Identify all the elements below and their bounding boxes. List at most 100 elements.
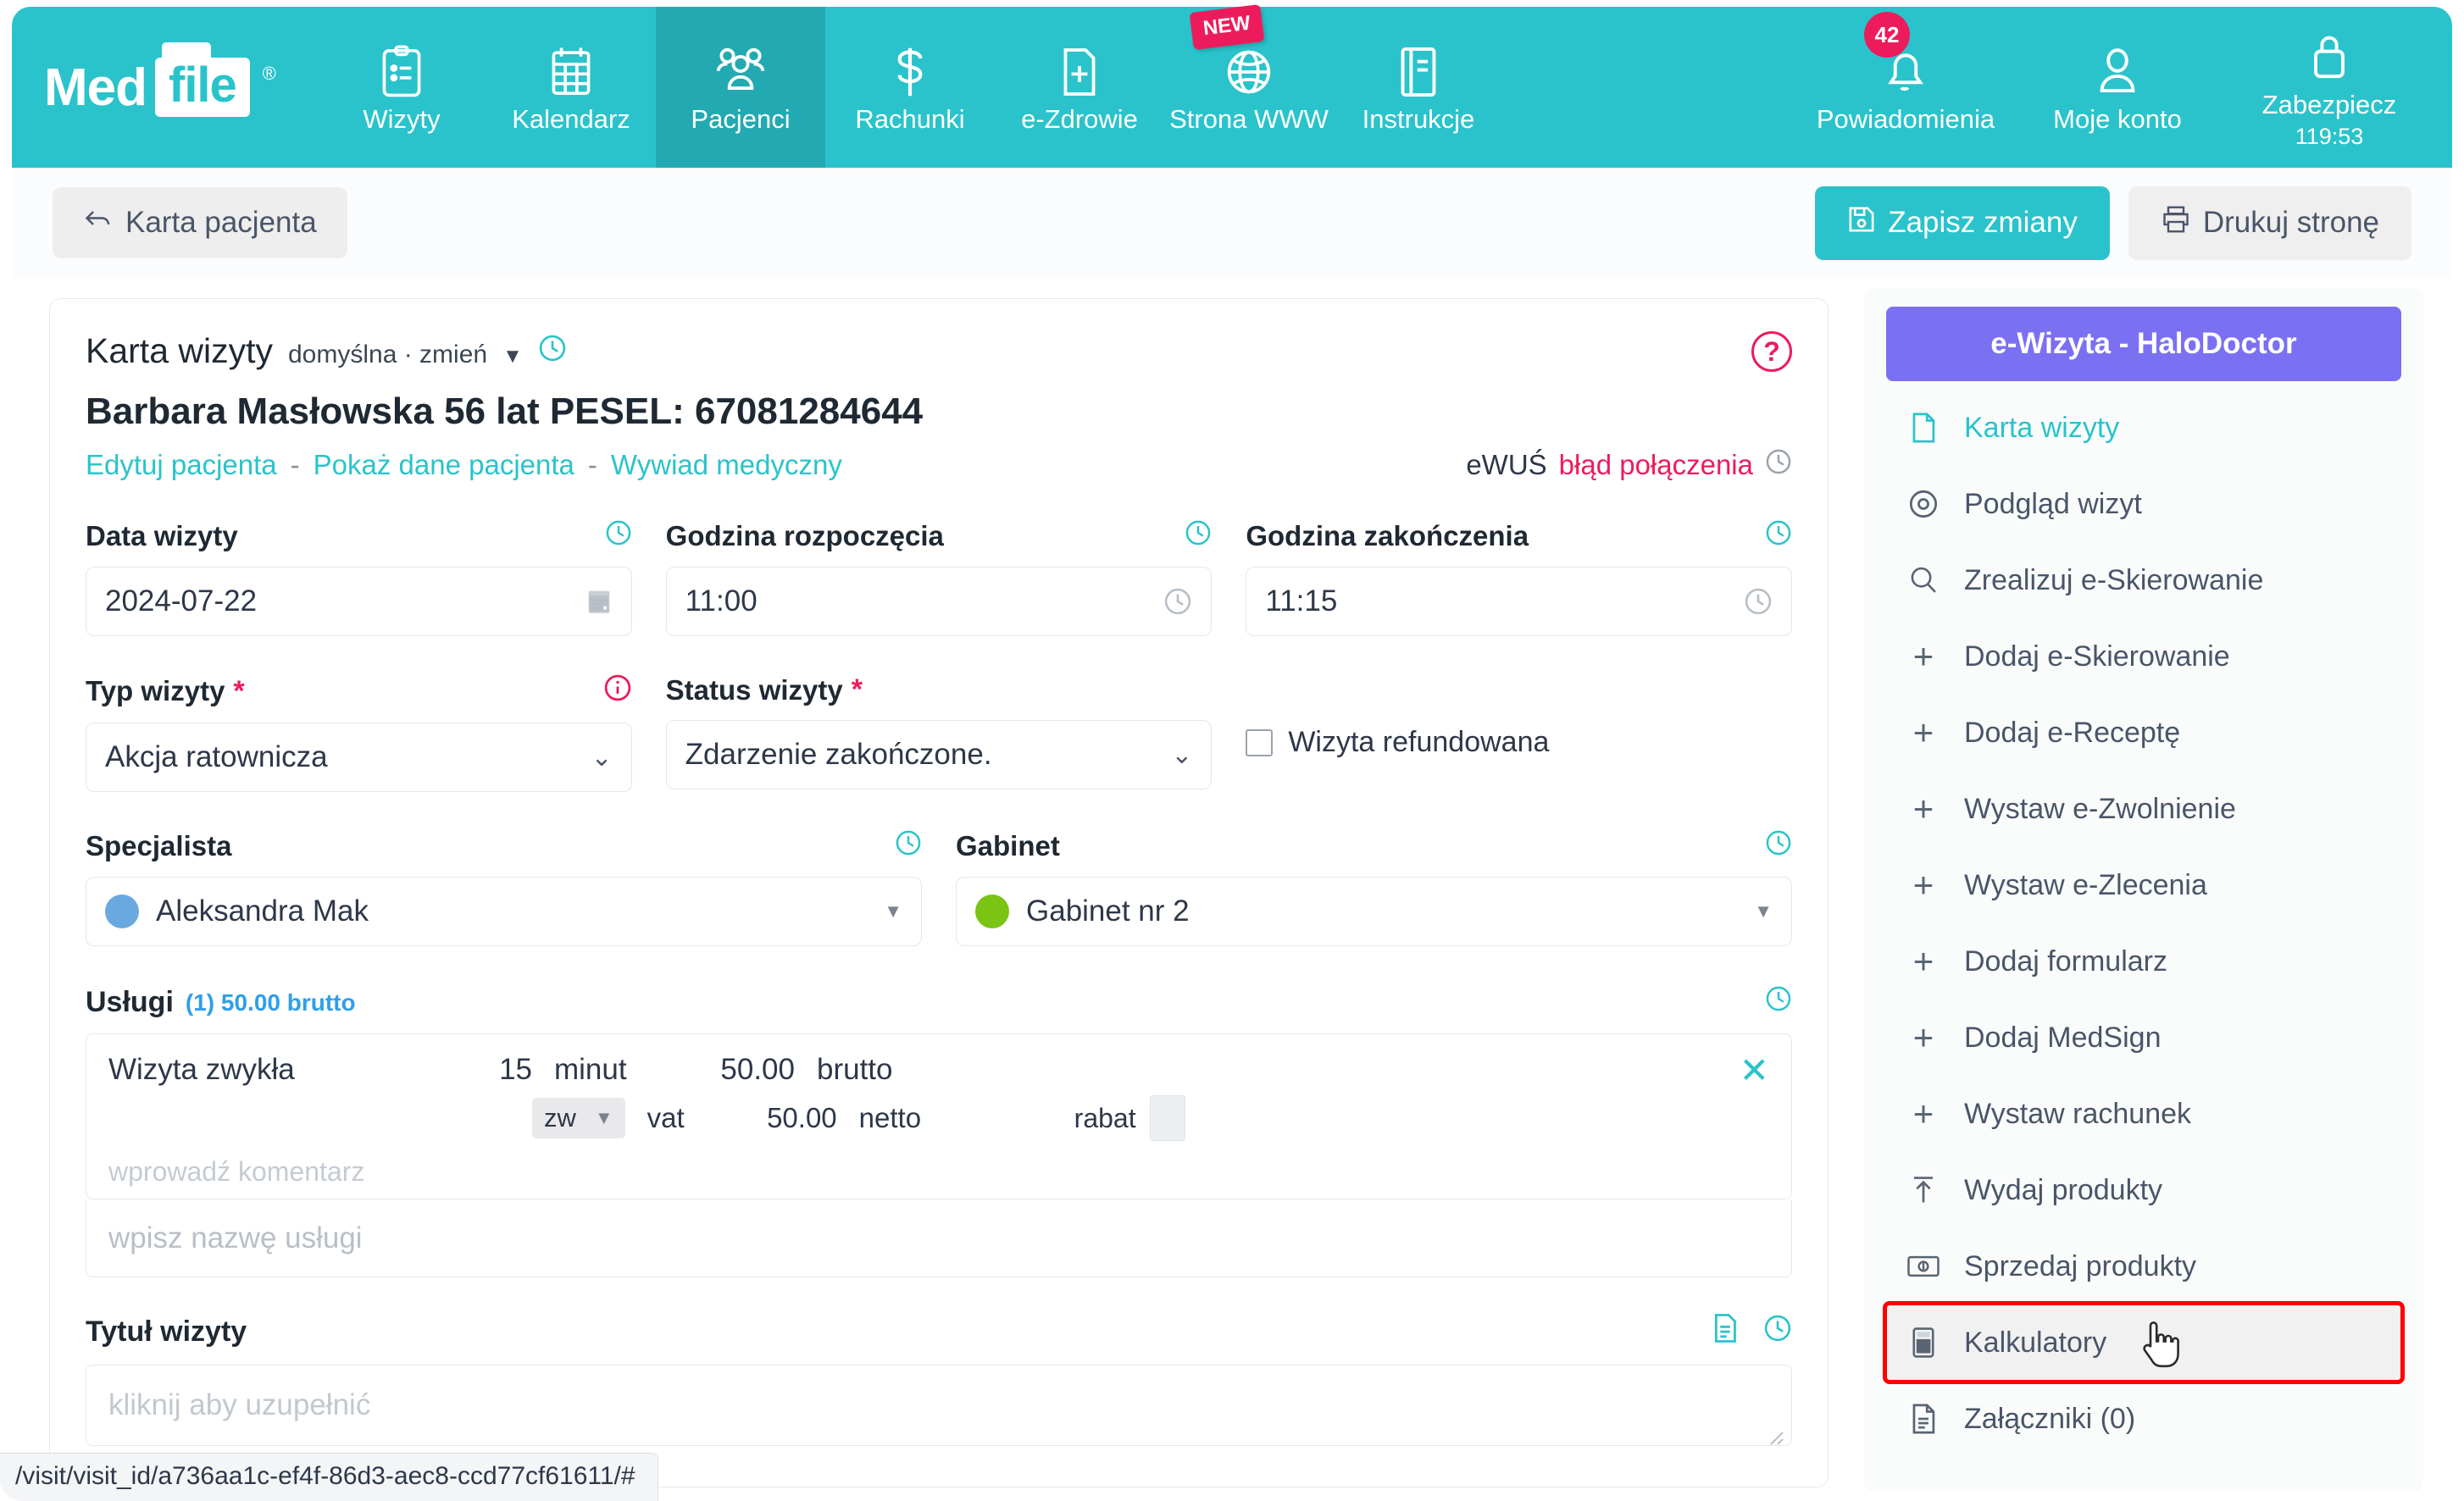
chevron-down-icon[interactable]: ▼ [502,345,523,368]
add-service-input[interactable]: wpisz nazwę usługi [86,1199,1792,1277]
nav-item-rachunki[interactable]: Rachunki [825,7,995,168]
start-time-input[interactable]: 11:00 [665,567,1213,636]
room-color-dot [975,895,1009,928]
room-history-icon[interactable] [1765,829,1792,863]
sidebar-item-zrealizuj-e-skierowanie[interactable]: Zrealizuj e-Skierowanie [1886,542,2401,618]
refunded-checkbox[interactable] [1246,728,1274,756]
sidebar-item-wydaj-produkty[interactable]: Wydaj produkty [1886,1152,2401,1228]
resize-grip-icon[interactable] [1764,1420,1784,1445]
sidebar-item-dodaj-e-recepte[interactable]: + Dodaj e-Receptę [1886,695,2401,771]
discount-group: rabat [1074,1095,1185,1141]
logo-med-text: Med [44,58,147,117]
nav-item-wizyty[interactable]: Wizyty [317,7,486,168]
visit-title-history-icon[interactable] [1763,1314,1792,1350]
vat-select[interactable]: zw ▼ [532,1098,625,1138]
save-button[interactable]: Zapisz zmiany [1815,186,2110,260]
discount-input[interactable] [1149,1095,1185,1141]
sidebar-item-karta-wizyty[interactable]: Karta wizyty [1886,390,2401,466]
book-icon [1397,45,1440,99]
sidebar-item-dodaj-formularz[interactable]: + Dodaj formularz [1886,923,2401,1000]
end-time-history-icon[interactable] [1765,519,1792,553]
service-row: ✕ Wizyta zwykła 15 minut 50.00 brutto zw… [86,1033,1792,1199]
calendar-picker-icon[interactable] [585,587,613,616]
service-net-price[interactable]: 50.00 [710,1102,837,1134]
plus-icon: + [1912,712,1934,752]
visit-date-history-icon[interactable] [605,519,632,553]
services-summary: (1) 50.00 brutto [185,989,356,1016]
sidebar-item-zalaczniki[interactable]: Załączniki (0) [1886,1381,2401,1457]
calendar-icon [547,45,595,99]
page-title: Karta wizyty [86,331,273,370]
app-logo[interactable]: Med file ® [12,7,317,168]
visit-type-info-icon[interactable] [603,673,632,709]
clock-picker-icon[interactable] [1744,587,1773,616]
back-to-patient-card-button[interactable]: Karta pacjenta [53,187,347,258]
visit-status-value: Zdarzenie zakończone. [685,738,992,771]
visit-type-select[interactable]: Akcja ratownicza ⌄ [86,723,632,792]
template-selector[interactable]: domyślna · zmień [288,341,487,369]
visit-status-select[interactable]: Zdarzenie zakończone. ⌄ [665,720,1213,789]
service-duration-unit: minut [554,1053,627,1086]
sidebar-item-wystaw-rachunek[interactable]: + Wystaw rachunek [1886,1076,2401,1152]
nav-item-pacjenci[interactable]: Pacjenci [656,7,825,168]
nav-item-label: e-Zdrowie [1021,104,1138,134]
visit-type-label: Typ wizyty [86,675,225,706]
nav-item-moje-konto[interactable]: Moje konto [2012,7,2223,168]
field-visit-date: Data wizyty 2024-07-22 [86,519,632,636]
template-document-icon[interactable] [1711,1313,1740,1351]
visit-date-input[interactable]: 2024-07-22 [86,567,632,636]
new-badge: NEW [1189,4,1265,50]
nav-item-instrukcje[interactable]: Instrukcje [1334,7,1503,168]
sidebar-item-sprzedaj-produkty[interactable]: Sprzedaj produkty [1886,1228,2401,1304]
end-time-input[interactable]: 11:15 [1246,567,1793,636]
services-label: Usługi [86,986,174,1018]
refunded-checkbox-row[interactable]: Wizyta refundowana [1246,726,1792,759]
service-name: Wizyta zwykła [108,1053,295,1086]
eye-icon [1905,488,1942,520]
nav-item-powiadomienia[interactable]: 42 Powiadomienia [1800,7,2012,168]
specialist-color-dot [105,895,139,928]
visit-title-input[interactable]: kliknij aby uzupełnić [86,1365,1792,1446]
chevron-down-icon: ▼ [594,1107,613,1128]
edit-patient-link[interactable]: Edytuj pacjenta [86,449,277,481]
sidebar-item-dodaj-medsign[interactable]: + Dodaj MedSign [1886,1000,2401,1076]
nav-item-e-zdrowie[interactable]: e-Zdrowie [995,7,1164,168]
remove-service-icon[interactable]: ✕ [1740,1050,1769,1091]
history-clock-icon[interactable] [538,334,567,367]
sidebar-item-wystaw-e-zwolnienie[interactable]: + Wystaw e-Zwolnienie [1886,771,2401,847]
specialist-history-icon[interactable] [895,829,922,863]
room-label: Gabinet [956,830,1060,861]
service-duration[interactable]: 15 [464,1053,532,1087]
ewizyta-halodoctor-button[interactable]: e-Wizyta - HaloDoctor [1886,307,2401,381]
nav-item-strona-www[interactable]: NEW Strona WWW [1164,4,1334,168]
nav-item-label: Instrukcje [1362,104,1475,134]
start-time-history-icon[interactable] [1185,519,1212,553]
sidebar-item-dodaj-e-skierowanie[interactable]: + Dodaj e-Skierowanie [1886,618,2401,695]
medical-file-icon [1057,45,1102,99]
form-row-type-status: Typ wizyty * Akcja ratownicza ⌄ Status w… [86,673,1792,792]
print-button[interactable]: Drukuj stronę [2128,186,2411,260]
service-comment-input[interactable]: wprowadź komentarz [108,1156,1769,1188]
sidebar-item-wystaw-e-zlecenia[interactable]: + Wystaw e-Zlecenia [1886,847,2401,923]
room-value: Gabinet nr 2 [1026,895,1190,928]
nav-item-zabezpiecz[interactable]: Zabezpiecz 119:53 [2223,7,2435,168]
sidebar-item-label: Wydaj produkty [1964,1173,2163,1206]
services-history-icon[interactable] [1765,985,1792,1020]
medical-interview-link[interactable]: Wywiad medyczny [611,449,842,481]
visit-card-panel: Karta wizyty domyślna · zmień ▼ ? Barbar… [49,298,1829,1487]
show-patient-data-link[interactable]: Pokaż dane pacjenta [314,449,574,481]
sidebar-item-podglad-wizyt[interactable]: Podgląd wizyt [1886,466,2401,542]
clipboard-icon [378,45,425,99]
top-navigation-bar: Med file ® Wizyty Kalendarz Pacjenci Rac… [12,4,2452,168]
service-gross-price[interactable]: 50.00 [668,1053,795,1087]
nav-item-kalendarz[interactable]: Kalendarz [486,7,656,168]
clock-picker-icon[interactable] [1163,587,1192,616]
end-time-value: 11:15 [1265,584,1338,618]
help-icon[interactable]: ? [1751,331,1792,372]
sidebar-item-label: Sprzedaj produkty [1964,1249,2197,1282]
sidebar-item-kalkulatory[interactable]: Kalkulatory [1883,1301,2405,1384]
plus-icon: + [1912,1017,1934,1057]
ewus-clock-icon[interactable] [1765,448,1792,482]
room-select[interactable]: Gabinet nr 2 ▼ [956,877,1792,946]
specialist-select[interactable]: Aleksandra Mak ▼ [86,877,922,946]
